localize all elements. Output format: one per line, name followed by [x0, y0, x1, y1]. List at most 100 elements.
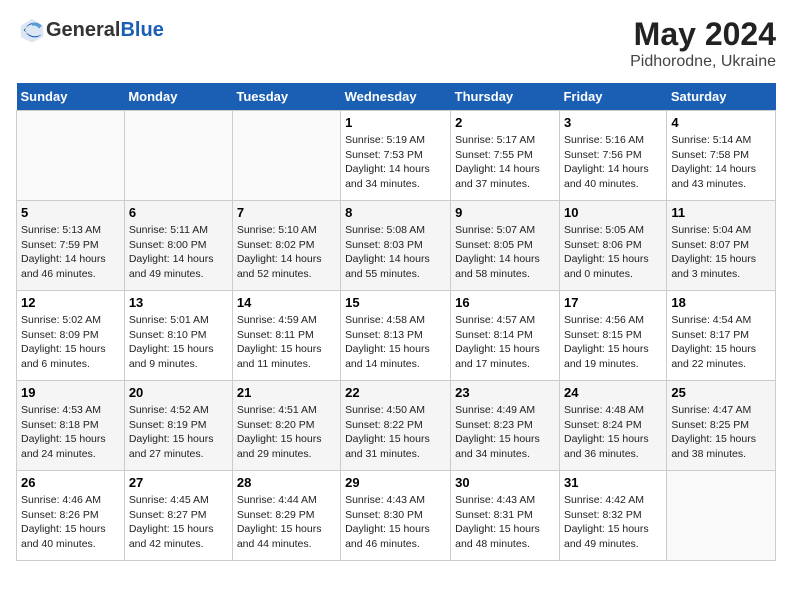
- calendar-cell: 19 Sunrise: 4:53 AM Sunset: 8:18 PM Dayli…: [17, 381, 125, 471]
- day-info: Sunrise: 4:47 AM Sunset: 8:25 PM Dayligh…: [671, 403, 771, 462]
- day-number: 4: [671, 115, 771, 130]
- day-number: 8: [345, 205, 446, 220]
- day-info: Sunrise: 4:57 AM Sunset: 8:14 PM Dayligh…: [455, 313, 555, 372]
- day-number: 11: [671, 205, 771, 220]
- calendar-cell: 3 Sunrise: 5:16 AM Sunset: 7:56 PM Daylig…: [559, 111, 666, 201]
- day-info: Sunrise: 4:52 AM Sunset: 8:19 PM Dayligh…: [129, 403, 228, 462]
- day-number: 30: [455, 475, 555, 490]
- day-info: Sunrise: 4:48 AM Sunset: 8:24 PM Dayligh…: [564, 403, 662, 462]
- day-number: 25: [671, 385, 771, 400]
- calendar-cell: [17, 111, 125, 201]
- location: Pidhorodne, Ukraine: [630, 53, 776, 71]
- week-row-5: 26Sunrise: 4:46 AM Sunset: 8:26 PM Dayli…: [17, 471, 776, 561]
- calendar-cell: [232, 111, 340, 201]
- calendar-header: SundayMondayTuesdayWednesdayThursdayFrid…: [17, 83, 776, 111]
- day-number: 15: [345, 295, 446, 310]
- day-number: 20: [129, 385, 228, 400]
- weekday-tuesday: Tuesday: [232, 83, 340, 111]
- day-info: Sunrise: 5:02 AM Sunset: 8:09 PM Dayligh…: [21, 313, 120, 372]
- calendar-cell: 20 Sunrise: 4:52 AM Sunset: 8:19 PM Dayli…: [124, 381, 232, 471]
- calendar-cell: [124, 111, 232, 201]
- weekday-header-row: SundayMondayTuesdayWednesdayThursdayFrid…: [17, 83, 776, 111]
- calendar-cell: 9Sunrise: 5:07 AM Sunset: 8:05 PM Daylig…: [451, 201, 560, 291]
- calendar-body: 1 Sunrise: 5:19 AM Sunset: 7:53 PM Daylig…: [17, 111, 776, 561]
- calendar-cell: [667, 471, 776, 561]
- calendar-cell: 1 Sunrise: 5:19 AM Sunset: 7:53 PM Daylig…: [341, 111, 451, 201]
- day-number: 21: [237, 385, 336, 400]
- day-number: 2: [455, 115, 555, 130]
- day-number: 7: [237, 205, 336, 220]
- day-number: 22: [345, 385, 446, 400]
- calendar-cell: 4 Sunrise: 5:14 AM Sunset: 7:58 PM Daylig…: [667, 111, 776, 201]
- calendar-cell: 12 Sunrise: 5:02 AM Sunset: 8:09 PM Dayli…: [17, 291, 125, 381]
- day-number: 6: [129, 205, 228, 220]
- day-number: 1: [345, 115, 446, 130]
- calendar-cell: 30 Sunrise: 4:43 AM Sunset: 8:31 PM Dayli…: [451, 471, 560, 561]
- day-info: Sunrise: 4:42 AM Sunset: 8:32 PM Dayligh…: [564, 493, 662, 552]
- day-info: Sunrise: 5:11 AM Sunset: 8:00 PM Dayligh…: [129, 223, 228, 282]
- day-number: 13: [129, 295, 228, 310]
- weekday-monday: Monday: [124, 83, 232, 111]
- logo-text-blue: Blue: [120, 19, 163, 41]
- day-number: 23: [455, 385, 555, 400]
- week-row-1: 1 Sunrise: 5:19 AM Sunset: 7:53 PM Daylig…: [17, 111, 776, 201]
- calendar-cell: 18Sunrise: 4:54 AM Sunset: 8:17 PM Dayli…: [667, 291, 776, 381]
- day-number: 19: [21, 385, 120, 400]
- weekday-thursday: Thursday: [451, 83, 560, 111]
- calendar-cell: 14Sunrise: 4:59 AM Sunset: 8:11 PM Dayli…: [232, 291, 340, 381]
- day-number: 3: [564, 115, 662, 130]
- day-info: Sunrise: 4:49 AM Sunset: 8:23 PM Dayligh…: [455, 403, 555, 462]
- weekday-friday: Friday: [559, 83, 666, 111]
- calendar-cell: 7 Sunrise: 5:10 AM Sunset: 8:02 PM Daylig…: [232, 201, 340, 291]
- day-info: Sunrise: 5:01 AM Sunset: 8:10 PM Dayligh…: [129, 313, 228, 372]
- day-info: Sunrise: 4:43 AM Sunset: 8:30 PM Dayligh…: [345, 493, 446, 552]
- day-info: Sunrise: 5:16 AM Sunset: 7:56 PM Dayligh…: [564, 133, 662, 192]
- calendar-cell: 15 Sunrise: 4:58 AM Sunset: 8:13 PM Dayli…: [341, 291, 451, 381]
- day-info: Sunrise: 5:14 AM Sunset: 7:58 PM Dayligh…: [671, 133, 771, 192]
- day-info: Sunrise: 5:07 AM Sunset: 8:05 PM Dayligh…: [455, 223, 555, 282]
- day-info: Sunrise: 4:53 AM Sunset: 8:18 PM Dayligh…: [21, 403, 120, 462]
- calendar-cell: 29 Sunrise: 4:43 AM Sunset: 8:30 PM Dayli…: [341, 471, 451, 561]
- calendar-cell: 8Sunrise: 5:08 AM Sunset: 8:03 PM Daylig…: [341, 201, 451, 291]
- calendar-cell: 6 Sunrise: 5:11 AM Sunset: 8:00 PM Daylig…: [124, 201, 232, 291]
- calendar-cell: 23 Sunrise: 4:49 AM Sunset: 8:23 PM Dayli…: [451, 381, 560, 471]
- day-info: Sunrise: 5:19 AM Sunset: 7:53 PM Dayligh…: [345, 133, 446, 192]
- day-info: Sunrise: 4:50 AM Sunset: 8:22 PM Dayligh…: [345, 403, 446, 462]
- logo-icon: [18, 16, 46, 44]
- day-info: Sunrise: 4:45 AM Sunset: 8:27 PM Dayligh…: [129, 493, 228, 552]
- calendar-cell: 10Sunrise: 5:05 AM Sunset: 8:06 PM Dayli…: [559, 201, 666, 291]
- weekday-sunday: Sunday: [17, 83, 125, 111]
- calendar-cell: 22 Sunrise: 4:50 AM Sunset: 8:22 PM Dayli…: [341, 381, 451, 471]
- day-number: 27: [129, 475, 228, 490]
- day-info: Sunrise: 4:43 AM Sunset: 8:31 PM Dayligh…: [455, 493, 555, 552]
- weekday-wednesday: Wednesday: [341, 83, 451, 111]
- day-info: Sunrise: 4:51 AM Sunset: 8:20 PM Dayligh…: [237, 403, 336, 462]
- calendar-cell: 26Sunrise: 4:46 AM Sunset: 8:26 PM Dayli…: [17, 471, 125, 561]
- day-info: Sunrise: 4:46 AM Sunset: 8:26 PM Dayligh…: [21, 493, 120, 552]
- day-info: Sunrise: 4:44 AM Sunset: 8:29 PM Dayligh…: [237, 493, 336, 552]
- day-info: Sunrise: 4:54 AM Sunset: 8:17 PM Dayligh…: [671, 313, 771, 372]
- day-number: 29: [345, 475, 446, 490]
- day-info: Sunrise: 5:17 AM Sunset: 7:55 PM Dayligh…: [455, 133, 555, 192]
- calendar-cell: 24 Sunrise: 4:48 AM Sunset: 8:24 PM Dayli…: [559, 381, 666, 471]
- day-number: 17: [564, 295, 662, 310]
- week-row-2: 5 Sunrise: 5:13 AM Sunset: 7:59 PM Daylig…: [17, 201, 776, 291]
- calendar-cell: 5 Sunrise: 5:13 AM Sunset: 7:59 PM Daylig…: [17, 201, 125, 291]
- day-info: Sunrise: 4:58 AM Sunset: 8:13 PM Dayligh…: [345, 313, 446, 372]
- weekday-saturday: Saturday: [667, 83, 776, 111]
- day-number: 24: [564, 385, 662, 400]
- calendar-table: SundayMondayTuesdayWednesdayThursdayFrid…: [16, 83, 776, 561]
- day-info: Sunrise: 5:05 AM Sunset: 8:06 PM Dayligh…: [564, 223, 662, 282]
- calendar-cell: 27 Sunrise: 4:45 AM Sunset: 8:27 PM Dayli…: [124, 471, 232, 561]
- page-header: GeneralBlue May 2024 Pidhorodne, Ukraine: [16, 16, 776, 71]
- day-number: 5: [21, 205, 120, 220]
- calendar-cell: 16Sunrise: 4:57 AM Sunset: 8:14 PM Dayli…: [451, 291, 560, 381]
- day-info: Sunrise: 5:10 AM Sunset: 8:02 PM Dayligh…: [237, 223, 336, 282]
- day-number: 12: [21, 295, 120, 310]
- calendar-cell: 17Sunrise: 4:56 AM Sunset: 8:15 PM Dayli…: [559, 291, 666, 381]
- day-info: Sunrise: 5:13 AM Sunset: 7:59 PM Dayligh…: [21, 223, 120, 282]
- calendar-cell: 31 Sunrise: 4:42 AM Sunset: 8:32 PM Dayli…: [559, 471, 666, 561]
- day-number: 14: [237, 295, 336, 310]
- day-number: 31: [564, 475, 662, 490]
- week-row-4: 19 Sunrise: 4:53 AM Sunset: 8:18 PM Dayli…: [17, 381, 776, 471]
